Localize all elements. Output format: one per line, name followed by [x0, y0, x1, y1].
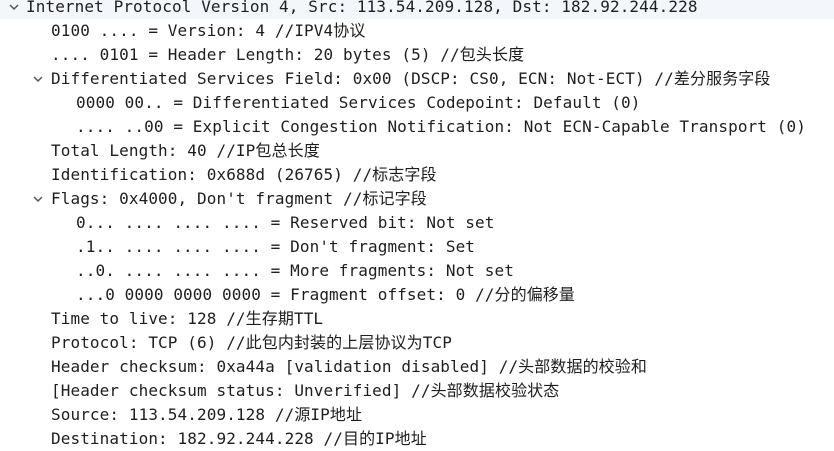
tree-row-identification[interactable]: Identification: 0x688d (26765) //标志字段 [0, 163, 834, 187]
packet-detail-tree: Internet Protocol Version 4, Src: 113.54… [0, 0, 834, 450]
chevron-down-icon[interactable] [6, 0, 22, 19]
tree-row-ecn[interactable]: .... ..00 = Explicit Congestion Notifica… [0, 115, 834, 139]
tree-row-dont-fragment[interactable]: .1.. .... .... .... = Don't fragment: Se… [0, 235, 834, 259]
tree-row-label: .... 0101 = Header Length: 20 bytes (5) … [51, 45, 525, 64]
tree-row-label: Internet Protocol Version 4, Src: 113.54… [26, 0, 698, 16]
tree-row-label: Differentiated Services Field: 0x00 (DSC… [51, 69, 771, 88]
tree-row-label: Source: 113.54.209.128 //源IP地址 [51, 405, 363, 424]
tree-row-version[interactable]: 0100 .... = Version: 4 //IPV4协议 [0, 19, 834, 43]
tree-row-source[interactable]: Source: 113.54.209.128 //源IP地址 [0, 403, 834, 427]
tree-row-label: Header checksum: 0xa44a [validation disa… [51, 357, 647, 376]
tree-row-label: 0100 .... = Version: 4 //IPV4协议 [51, 21, 366, 40]
tree-row-label: .... ..00 = Explicit Congestion Notifica… [76, 117, 806, 136]
chevron-down-icon[interactable] [30, 187, 46, 211]
tree-row-label: Identification: 0x688d (26765) //标志字段 [51, 165, 437, 184]
tree-row-ttl[interactable]: Time to live: 128 //生存期TTL [0, 307, 834, 331]
tree-row-reserved-bit[interactable]: 0... .... .... .... = Reserved bit: Not … [0, 211, 834, 235]
tree-row-ipv4[interactable]: Internet Protocol Version 4, Src: 113.54… [0, 0, 834, 19]
tree-row-label: Protocol: TCP (6) //此包内封装的上层协议为TCP [51, 333, 452, 352]
chevron-down-icon[interactable] [30, 67, 46, 91]
tree-row-flags[interactable]: Flags: 0x4000, Don't fragment //标记字段 [0, 187, 834, 211]
tree-row-dsfield[interactable]: Differentiated Services Field: 0x00 (DSC… [0, 67, 834, 91]
tree-row-dscp[interactable]: 0000 00.. = Differentiated Services Code… [0, 91, 834, 115]
tree-row-label: ...0 0000 0000 0000 = Fragment offset: 0… [76, 285, 576, 304]
tree-row-destination[interactable]: Destination: 182.92.244.228 //目的IP地址 [0, 427, 834, 451]
tree-row-label: Flags: 0x4000, Don't fragment //标记字段 [51, 189, 427, 208]
tree-row-header-length[interactable]: .... 0101 = Header Length: 20 bytes (5) … [0, 43, 834, 67]
tree-row-label: Time to live: 128 //生存期TTL [51, 309, 324, 328]
tree-row-protocol[interactable]: Protocol: TCP (6) //此包内封装的上层协议为TCP [0, 331, 834, 355]
tree-row-label: ..0. .... .... .... = More fragments: No… [76, 261, 514, 280]
tree-row-checksum-status[interactable]: [Header checksum status: Unverified] //头… [0, 379, 834, 403]
tree-row-fragment-offset[interactable]: ...0 0000 0000 0000 = Fragment offset: 0… [0, 283, 834, 307]
tree-row-label: [Header checksum status: Unverified] //头… [51, 381, 560, 400]
tree-row-label: Total Length: 40 //IP包总长度 [51, 141, 320, 160]
tree-row-checksum[interactable]: Header checksum: 0xa44a [validation disa… [0, 355, 834, 379]
tree-row-label: 0... .... .... .... = Reserved bit: Not … [76, 213, 495, 232]
tree-row-total-length[interactable]: Total Length: 40 //IP包总长度 [0, 139, 834, 163]
tree-row-label: Destination: 182.92.244.228 //目的IP地址 [51, 429, 427, 448]
tree-row-more-fragments[interactable]: ..0. .... .... .... = More fragments: No… [0, 259, 834, 283]
tree-row-label: 0000 00.. = Differentiated Services Code… [76, 93, 641, 112]
tree-row-label: .1.. .... .... .... = Don't fragment: Se… [76, 237, 476, 256]
